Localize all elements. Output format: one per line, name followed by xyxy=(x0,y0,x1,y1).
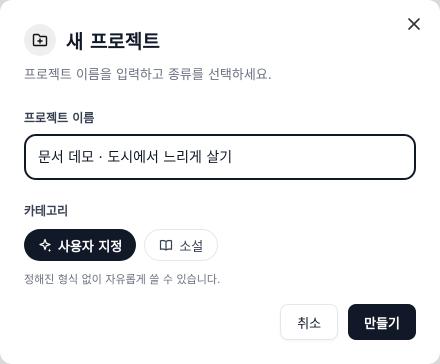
project-name-label: 프로젝트 이름 xyxy=(24,111,95,125)
new-project-dialog: 새 프로젝트 프로젝트 이름을 입력하고 종류를 선택하세요. 프로젝트 이름 … xyxy=(0,0,440,364)
book-icon xyxy=(160,239,173,251)
cancel-button[interactable]: 취소 xyxy=(280,304,339,340)
category-option-custom[interactable]: 사용자 지정 xyxy=(24,229,137,261)
category-options: 사용자 지정 소설 xyxy=(24,229,416,261)
dialog-header: 새 프로젝트 xyxy=(24,24,416,56)
sparkles-icon xyxy=(39,238,51,252)
project-name-field[interactable] xyxy=(24,134,416,180)
category-hint: 정해진 형식 없이 자유롭게 쓸 수 있습니다. xyxy=(24,273,221,286)
folder-plus-icon xyxy=(24,24,56,56)
dialog-footer: 취소 만들기 xyxy=(280,304,416,340)
project-name-input[interactable] xyxy=(38,149,402,165)
close-icon xyxy=(408,18,420,30)
close-button[interactable] xyxy=(404,14,424,34)
category-option-novel[interactable]: 소설 xyxy=(144,229,219,261)
dialog-subtitle: 프로젝트 이름을 입력하고 종류를 선택하세요. xyxy=(24,68,272,83)
create-button[interactable]: 만들기 xyxy=(348,304,416,340)
category-option-label: 사용자 지정 xyxy=(58,239,123,255)
dialog-title: 새 프로젝트 xyxy=(66,30,161,53)
category-label: 카테고리 xyxy=(24,204,69,218)
category-option-label: 소설 xyxy=(179,239,204,255)
